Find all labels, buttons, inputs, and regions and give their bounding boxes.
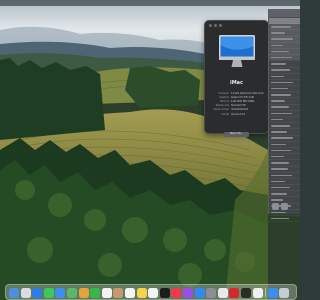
spec-row: Startup disk Macintosh HD	[210, 104, 264, 108]
dock	[5, 284, 297, 300]
podcasts-icon[interactable]	[183, 287, 193, 298]
reminders-icon[interactable]	[125, 287, 135, 298]
zoom-button[interactable]	[219, 24, 222, 27]
mail-icon[interactable]	[55, 287, 66, 298]
facetime-icon[interactable]	[90, 287, 101, 298]
spec-value: Macintosh HD	[230, 104, 246, 108]
app-icon[interactable]	[281, 203, 288, 210]
close-button[interactable]	[209, 24, 212, 27]
launchpad-icon[interactable]	[20, 287, 31, 298]
spec-row: Processor 3.4 GHz Quad-Core Intel Core i…	[210, 91, 264, 95]
window-controls	[209, 24, 222, 27]
spec-value: 3.4 GHz Quad-Core Intel Core i5	[230, 91, 265, 95]
spec-label: Startup disk	[215, 104, 229, 108]
dock-divider	[264, 288, 266, 297]
more-info-button[interactable]: More Info...	[224, 132, 249, 137]
spec-value: Radeon Pro 570 4 GB	[230, 95, 254, 99]
safari-icon[interactable]	[32, 287, 43, 298]
downloads-folder-icon[interactable]	[267, 287, 278, 298]
imac-icon	[219, 35, 255, 67]
system-settings-icon[interactable]	[206, 287, 217, 298]
spec-row: Serial number C02VX0XXXXXX	[210, 108, 264, 112]
trash-icon[interactable]	[279, 287, 290, 298]
photos-icon[interactable]	[78, 287, 89, 298]
preview-icon[interactable]	[252, 287, 263, 298]
minimize-button[interactable]	[214, 24, 217, 27]
keynote-icon[interactable]	[229, 287, 240, 298]
about-this-mac-window: iMac Processor 3.4 GHz Quad-Core Intel C…	[204, 20, 269, 147]
model-title: iMac	[229, 80, 244, 86]
tv-icon[interactable]	[159, 287, 170, 298]
spec-label: macOS	[221, 112, 229, 116]
sidebar-header	[269, 9, 300, 18]
app-store-icon[interactable]	[194, 287, 205, 298]
maps-icon[interactable]	[67, 287, 77, 298]
textedit-icon[interactable]	[217, 287, 228, 298]
legal-text: Regulatory Certification ™ and © 1983–20…	[209, 140, 264, 147]
spec-value: 8 GB 2400 MHz DDR4	[230, 99, 255, 103]
settings-sidebar	[268, 9, 300, 223]
sidebar-item[interactable]	[269, 216, 300, 223]
spec-label: Processor	[218, 91, 229, 95]
spec-value: Sonoma 14.0	[230, 112, 246, 116]
spec-row: macOS Sonoma 14.0	[210, 112, 264, 116]
notes-icon[interactable]	[136, 287, 147, 298]
spec-row: Memory 8 GB 2400 MHz DDR4	[210, 99, 264, 103]
spec-list: Processor 3.4 GHz Quad-Core Intel Core i…	[210, 91, 264, 116]
sidebar-footer-icons	[272, 203, 288, 210]
spec-label: Serial number	[213, 108, 229, 112]
spec-label: Graphics	[219, 95, 229, 99]
finder-icon[interactable]	[9, 287, 19, 298]
app-icon[interactable]	[272, 203, 279, 210]
menu-bar	[0, 0, 300, 6]
freeform-icon[interactable]	[148, 287, 159, 298]
music-icon[interactable]	[171, 287, 182, 298]
rights-text: All Rights Reserved.	[228, 144, 245, 147]
messages-icon[interactable]	[43, 287, 54, 298]
contacts-icon[interactable]	[113, 287, 124, 298]
spec-value: C02VX0XXXXXX	[230, 108, 249, 112]
spec-label: Memory	[220, 99, 229, 103]
spec-row: Graphics Radeon Pro 570 4 GB	[210, 95, 264, 99]
terminal-icon[interactable]	[241, 287, 251, 298]
calendar-icon[interactable]	[101, 287, 112, 298]
